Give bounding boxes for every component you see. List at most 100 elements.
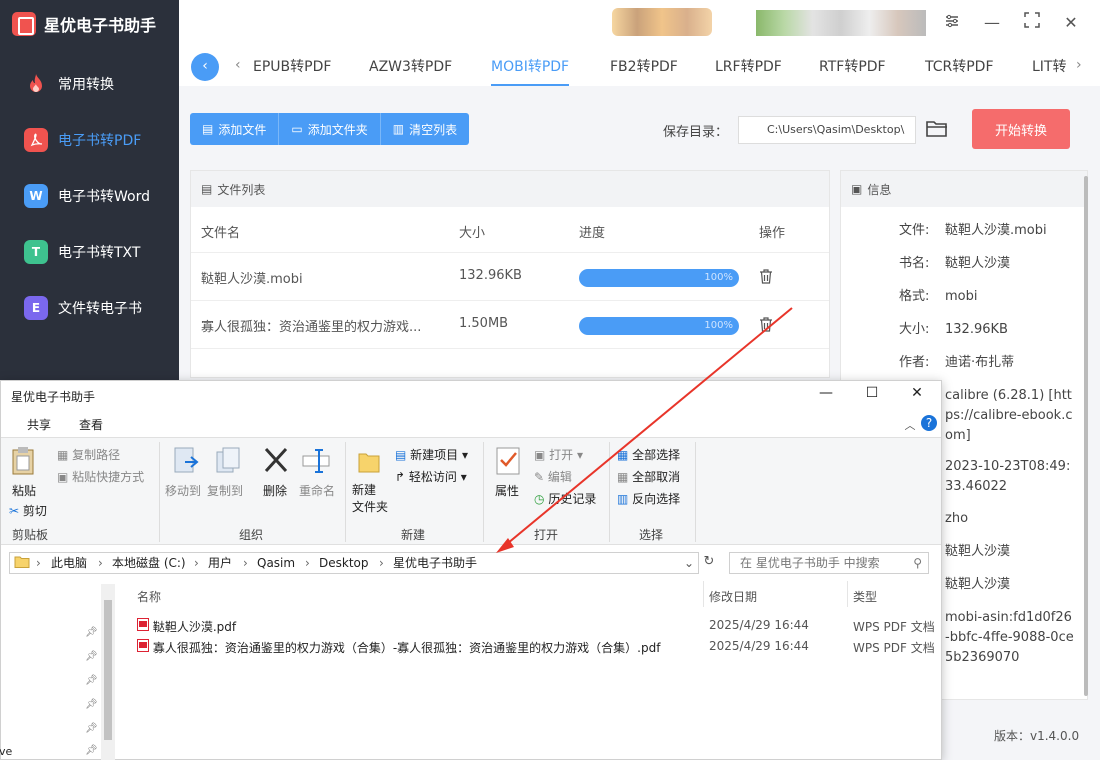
start-convert-button[interactable]: 开始转换 [972, 109, 1070, 149]
shortcut-icon: ▣ [57, 470, 69, 484]
maximize-icon[interactable] [1021, 12, 1043, 34]
column-name[interactable]: 名称 [137, 588, 161, 605]
column-date[interactable]: 修改日期 [709, 588, 757, 605]
new-folder-icon [357, 448, 381, 479]
browse-folder-icon[interactable] [926, 119, 948, 139]
toolbar: ▤ 添加文件 ▭ 添加文件夹 ▥ 清空列表 [190, 113, 470, 145]
ribbon-tab-share[interactable]: 共享 [27, 416, 51, 433]
cut-button[interactable]: ✂ 剪切 [9, 502, 47, 519]
file-list-item[interactable]: 鞑靼人沙漠.pdf [137, 618, 236, 635]
copy-path-button[interactable]: ▦ 复制路径 [57, 446, 120, 463]
new-item-button[interactable]: ▤ 新建项目 ▾ [395, 446, 468, 463]
delete-icon[interactable] [759, 269, 773, 288]
breadcrumb-qasim[interactable]: Qasim [257, 553, 295, 573]
sidebar-item-ebook-to-txt[interactable]: T 电子书转TXT [0, 232, 179, 272]
search-input[interactable]: 在 星优电子书助手 中搜索 ⚲ [729, 552, 929, 574]
sidebar-item-ebook-to-word[interactable]: W 电子书转Word [0, 176, 179, 216]
clear-list-button[interactable]: ▥ 清空列表 [380, 113, 470, 145]
chevron-left-icon[interactable]: ‹ [235, 57, 241, 73]
file-list-item[interactable]: 寡人很孤独：资治通鉴里的权力游戏（合集）-寡人很孤独：资治通鉴里的权力游戏（合集… [137, 639, 660, 656]
select-all-button[interactable]: ▦ 全部选择 [617, 446, 680, 463]
ribbon-tab-view[interactable]: 查看 [79, 416, 103, 433]
properties-icon [495, 446, 521, 479]
back-button[interactable]: ‹ [191, 53, 219, 81]
pin-icon[interactable]: 📌︎ [85, 699, 98, 710]
collapse-ribbon-icon[interactable]: ︿ [899, 417, 921, 433]
help-icon[interactable]: ? [921, 415, 937, 431]
trash-icon: ▥ [392, 122, 405, 136]
select-none-button[interactable]: ▦ 全部取消 [617, 468, 680, 485]
minimize-icon[interactable]: — [815, 385, 837, 401]
address-bar[interactable]: › 此电脑 › 本地磁盘 (C:) › 用户 › Qasim › Desktop… [9, 552, 699, 574]
tab-epub-to-pdf[interactable]: EPUB转PDF [253, 56, 331, 76]
delete-button[interactable]: 删除 [263, 482, 287, 499]
breadcrumb-desktop[interactable]: Desktop [319, 553, 369, 573]
edit-button[interactable]: ✎ 编辑 [534, 468, 572, 485]
delete-icon[interactable] [759, 317, 773, 336]
tab-mobi-to-pdf[interactable]: MOBI转PDF [491, 56, 569, 76]
tab-rtf-to-pdf[interactable]: RTF转PDF [819, 56, 886, 76]
minimize-icon[interactable]: — [981, 12, 1003, 34]
rename-button[interactable]: 重命名 [299, 482, 335, 499]
chevron-down-icon[interactable]: ⌄ [684, 553, 694, 573]
invert-selection-icon: ▥ [617, 492, 629, 506]
chevron-right-icon[interactable]: › [1076, 57, 1082, 73]
explorer-title: 星优电子书助手 [11, 390, 96, 404]
column-type[interactable]: 类型 [853, 588, 877, 605]
breadcrumb-local-disk[interactable]: 本地磁盘 (C:) [112, 553, 186, 573]
open-icon: ▣ [534, 448, 546, 462]
sidebar-item-common[interactable]: 常用转换 [0, 64, 179, 104]
close-icon[interactable]: ✕ [906, 385, 928, 401]
paste-shortcut-button[interactable]: ▣ 粘贴快捷方式 [57, 468, 144, 485]
copy-to-button[interactable]: 复制到 [207, 482, 243, 499]
tab-tcr-to-pdf[interactable]: TCR转PDF [925, 56, 994, 76]
nav-pane-scrollbar[interactable] [101, 584, 115, 760]
sidebar-item-ebook-to-pdf[interactable]: 电子书转PDF [0, 120, 179, 160]
tab-fb2-to-pdf[interactable]: FB2转PDF [610, 56, 678, 76]
close-icon[interactable]: ✕ [1060, 12, 1082, 34]
add-file-button[interactable]: ▤ 添加文件 [190, 113, 280, 145]
add-folder-button[interactable]: ▭ 添加文件夹 [279, 113, 381, 145]
pin-icon[interactable]: 📌︎ [85, 723, 98, 734]
properties-button[interactable]: 属性 [495, 482, 519, 499]
table-row[interactable]: 寡人很孤独：资治通鉴里的权力游戏... 1.50MB 100% [191, 301, 829, 349]
table-row[interactable]: 鞑靼人沙漠.mobi 132.96KB 100% [191, 253, 829, 301]
move-to-button[interactable]: 移动到 [165, 482, 201, 499]
paste-button[interactable]: 粘贴 [12, 482, 36, 499]
pin-icon[interactable]: 📌︎ [85, 627, 98, 638]
invert-selection-button[interactable]: ▥ 反向选择 [617, 490, 680, 507]
breadcrumb-this-pc[interactable]: 此电脑 [51, 553, 87, 573]
tab-azw3-to-pdf[interactable]: AZW3转PDF [369, 56, 452, 76]
select-none-icon: ▦ [617, 470, 629, 484]
save-directory-input[interactable]: C:\Users\Qasim\Desktop\ [738, 116, 916, 144]
search-icon: ⚲ [913, 556, 922, 570]
settings-icon[interactable] [941, 12, 963, 34]
breadcrumb-current-folder[interactable]: 星优电子书助手 [393, 553, 477, 573]
pin-icon[interactable]: 📌︎ [85, 651, 98, 662]
breadcrumb-users[interactable]: 用户 [208, 553, 232, 573]
sidebar-item-label: 电子书转Word [58, 189, 150, 205]
pin-icon[interactable]: 📌︎ [85, 675, 98, 686]
tab-lrf-to-pdf[interactable]: LRF转PDF [715, 56, 782, 76]
open-button[interactable]: ▣ 打开 ▾ [534, 446, 583, 463]
invert-selection-label: 反向选择 [632, 492, 681, 506]
maximize-icon[interactable]: ☐ [861, 385, 883, 401]
column-name: 文件名 [201, 226, 241, 241]
history-button[interactable]: ◷ 历史记录 [534, 490, 596, 507]
group-clipboard: 剪贴板 [12, 528, 49, 542]
info-value: 鞑靼人沙漠 [945, 577, 1011, 592]
refresh-icon[interactable]: ↻ [698, 554, 720, 569]
rename-icon [301, 446, 331, 477]
sidebar-item-file-to-ebook[interactable]: E 文件转电子书 [0, 288, 179, 328]
tab-lit-to-pdf[interactable]: LIT转 [1032, 56, 1066, 76]
easy-access-label: 轻松访问 [408, 470, 457, 484]
easy-access-button[interactable]: ↱ 轻松访问 ▾ [395, 468, 467, 485]
info-scrollbar[interactable] [1084, 176, 1088, 696]
sidebar-item-label: 文件转电子书 [58, 301, 142, 317]
scissors-icon: ✂ [9, 504, 20, 518]
info-icon: ▣ [851, 182, 863, 196]
nav-pane-fragment[interactable]: ve [0, 745, 12, 758]
new-folder-button[interactable]: 新建 文件夹 [352, 482, 388, 516]
pin-icon[interactable]: 📌︎ [85, 745, 98, 756]
clear-list-label: 清空列表 [409, 122, 458, 137]
